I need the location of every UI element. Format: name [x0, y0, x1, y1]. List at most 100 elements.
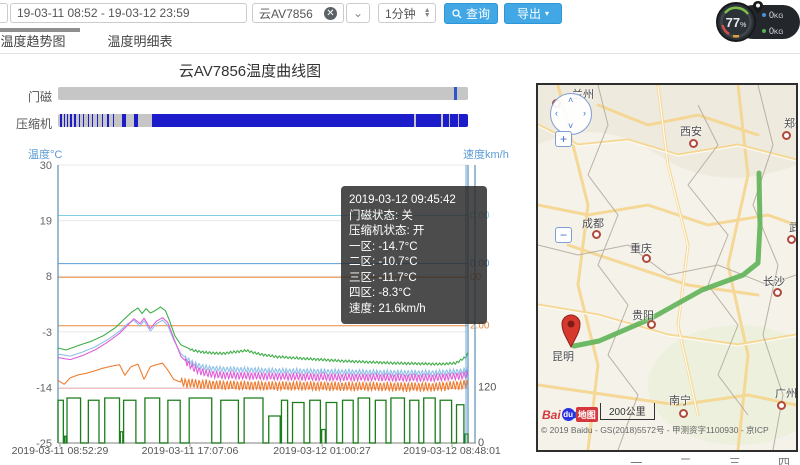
door-status-bar[interactable]	[58, 87, 468, 100]
bar-segment	[60, 114, 62, 127]
bar-segment	[113, 114, 114, 127]
bar-segment	[88, 114, 89, 127]
bar-segment	[107, 114, 109, 127]
chart-title: 云AV7856温度曲线图	[0, 60, 500, 81]
pan-down-icon: ˅	[568, 121, 573, 131]
tab-temperature-detail[interactable]: 温度明细表	[98, 28, 182, 52]
tooltip-row: 压缩机状态: 开	[349, 224, 479, 240]
city-label-长沙: 长沙	[763, 273, 785, 289]
city-label-西安: 西安	[680, 123, 702, 139]
series-speed	[58, 398, 468, 443]
y-axis-tick: 8	[46, 271, 52, 283]
city-dot-icon	[689, 139, 698, 148]
map-canvas	[538, 85, 796, 450]
interval-spinner[interactable]: 1分钟 ▲▼	[378, 3, 436, 23]
compressor-bar-label: 压缩机	[6, 115, 52, 132]
baidu-logo[interactable]: Bai du 地图	[542, 407, 598, 422]
status-dot-icon	[762, 29, 766, 33]
map-pin-icon	[750, 0, 766, 16]
map-copyright: © 2019 Baidu - GS(2018)5572号 - 甲测资字11009…	[541, 424, 769, 436]
series-二区	[58, 320, 468, 375]
bar-segment	[74, 114, 75, 127]
bar-segment	[83, 114, 84, 127]
bar-segment	[122, 114, 127, 127]
dial-arcs-icon	[719, 5, 753, 39]
bar-segment	[458, 114, 459, 127]
tab-temperature-trend[interactable]: 温度趋势图	[0, 28, 80, 52]
tooltip-row: 四区: -8.3°C	[349, 286, 479, 302]
city-dot-icon	[787, 235, 796, 244]
dashboard: 19-03-11 08:52 - 19-03-12 23:59 云AV7856 …	[0, 0, 800, 465]
gauge-readout-row: 0KG	[762, 25, 800, 37]
vehicle-gauge-widget[interactable]: 0KG 0KG 77%	[716, 2, 800, 42]
bar-segment	[102, 114, 103, 127]
chart-tooltip: 2019-03-12 09:45:42 门磁状态: 关压缩机状态: 开一区: -…	[341, 186, 487, 324]
city-dot-icon	[592, 230, 601, 239]
y-axis-left-title: 温度°C	[28, 147, 62, 161]
city-dot-icon	[679, 409, 688, 418]
query-button[interactable]: 查询	[444, 3, 498, 24]
pan-right-icon: ›	[583, 108, 586, 118]
bar-segment	[414, 114, 416, 127]
gauge-readout: 0KG	[769, 10, 783, 20]
city-label-南宁: 南宁	[669, 392, 691, 408]
zoom-out-button[interactable]: −	[555, 227, 572, 243]
y-axis-tick: 19	[40, 216, 52, 228]
bar-segment	[70, 114, 71, 127]
y-axis-tick: -3	[42, 327, 52, 339]
export-button[interactable]: 导出 ▾	[504, 3, 562, 24]
query-button-label: 查询	[466, 5, 490, 22]
bar-segment	[97, 114, 98, 127]
city-label-广州: 广州	[775, 385, 797, 401]
bar-segment	[454, 87, 456, 100]
caret-down-icon: ▾	[545, 9, 549, 18]
zone-radio-group: 无一区二区三区四区	[576, 454, 800, 465]
gauge-readout-row: 0KG	[762, 9, 800, 21]
interval-value: 1分钟	[385, 5, 416, 22]
date-range-input[interactable]: 19-03-11 08:52 - 19-03-12 23:59	[10, 3, 247, 23]
tab-bar: 温度趋势图 温度明细表	[0, 28, 800, 54]
city-label-昆明: 昆明	[552, 348, 574, 364]
spinner-arrows-icon[interactable]: ▲▼	[424, 8, 431, 18]
baidu-paw-icon: du	[562, 408, 575, 421]
pan-left-icon: ‹	[555, 108, 558, 118]
tooltip-time: 2019-03-12 09:45:42	[349, 193, 479, 209]
city-dot-icon	[642, 254, 651, 263]
y-axis-tick: -14	[36, 382, 52, 394]
vehicle-select[interactable]: 云AV7856 ✕	[252, 3, 344, 23]
compressor-status-bar[interactable]	[58, 114, 468, 127]
zone-radio-二区[interactable]: 二区	[665, 454, 701, 465]
baidu-map[interactable]: 兰州西安郑州成都重庆武汉贵阳长沙南宁广州昆明 ˄ ˅ ‹ › + − Bai d…	[536, 83, 798, 452]
city-dot-icon	[782, 131, 791, 140]
bar-segment	[64, 114, 65, 127]
bar-segment	[134, 114, 138, 127]
city-dot-icon	[773, 288, 782, 297]
export-button-label: 导出	[517, 5, 541, 22]
zone-radio-三区[interactable]: 三区	[715, 454, 751, 465]
pan-up-icon: ˄	[568, 95, 573, 105]
clear-vehicle-icon[interactable]: ✕	[324, 7, 337, 20]
y-axis-tick: 30	[40, 160, 52, 172]
city-label-成都: 成都	[582, 215, 604, 231]
calendar-icon[interactable]	[0, 3, 8, 23]
tooltip-row: 三区: -11.7°C	[349, 271, 479, 287]
bar-segment	[67, 114, 68, 127]
door-bar-label: 门磁	[6, 88, 52, 105]
city-dot-icon	[647, 320, 656, 329]
y-axis-right-title: 速度km/h	[463, 147, 509, 161]
bar-segment	[79, 114, 80, 127]
map-pan-control[interactable]: ˄ ˅ ‹ ›	[550, 93, 592, 135]
vehicle-dropdown-toggle[interactable]: ⌄	[346, 3, 370, 23]
date-range-value: 19-03-11 08:52 - 19-03-12 23:59	[17, 6, 190, 20]
city-label-武汉: 武汉	[789, 219, 798, 235]
bar-segment	[92, 114, 93, 127]
tab-label: 温度明细表	[107, 31, 172, 50]
bar-segment	[449, 114, 450, 127]
zoom-in-button[interactable]: +	[555, 131, 572, 147]
tooltip-row: 一区: -14.7°C	[349, 240, 479, 256]
zone-radio-四区[interactable]: 四区	[764, 454, 800, 465]
vehicle-value: 云AV7856	[259, 5, 313, 22]
zone-radio-一区[interactable]: 一区	[616, 454, 652, 465]
tooltip-row: 二区: -10.7°C	[349, 255, 479, 271]
tooltip-row: 速度: 21.6km/h	[349, 302, 479, 318]
